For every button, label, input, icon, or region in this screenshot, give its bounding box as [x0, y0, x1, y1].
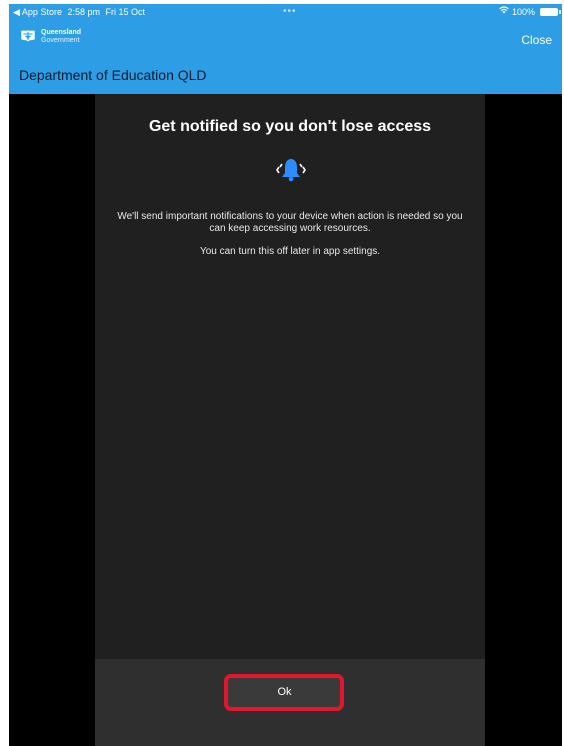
- back-to-app-store[interactable]: ◀ App Store: [13, 7, 62, 17]
- app-header: ◀ App Store 2:58 pm Fri 15 Oct ••• 100%: [9, 4, 562, 94]
- status-right: 100%: [499, 4, 561, 20]
- notification-message: We'll send important notifications to yo…: [117, 211, 463, 234]
- battery-percent: 100%: [511, 7, 535, 17]
- notification-permission-panel: Get notified so you don't lose access We…: [95, 94, 485, 746]
- settings-note: You can turn this off later in app setti…: [199, 246, 381, 257]
- status-date: Fri 15 Oct: [105, 7, 146, 17]
- nav-row: Queensland Government Close: [9, 28, 562, 54]
- gov-text: Queensland Government: [41, 29, 81, 45]
- panel-footer: Ok: [95, 659, 485, 746]
- queensland-government-logo: Queensland Government: [19, 28, 81, 46]
- notification-heading: Get notified so you don't lose access: [148, 118, 432, 135]
- gov-sub: Government: [41, 37, 80, 44]
- status-left: ◀ App Store 2:58 pm Fri 15 Oct: [13, 4, 148, 20]
- ipad-screen: ◀ App Store 2:58 pm Fri 15 Oct ••• 100%: [9, 4, 562, 746]
- ok-button[interactable]: Ok: [226, 676, 343, 708]
- status-bar: ◀ App Store 2:58 pm Fri 15 Oct ••• 100%: [9, 4, 562, 22]
- wifi-icon: [499, 4, 509, 20]
- status-time: 2:58 pm: [67, 7, 100, 17]
- gov-name: Queensland: [41, 29, 82, 36]
- crest-icon: [21, 30, 35, 42]
- battery-icon: [540, 8, 561, 16]
- page-title: Department of Education QLD: [19, 67, 207, 83]
- multitasking-dots[interactable]: •••: [283, 4, 297, 20]
- bell-icon: [275, 154, 307, 186]
- close-button[interactable]: Close: [521, 33, 552, 47]
